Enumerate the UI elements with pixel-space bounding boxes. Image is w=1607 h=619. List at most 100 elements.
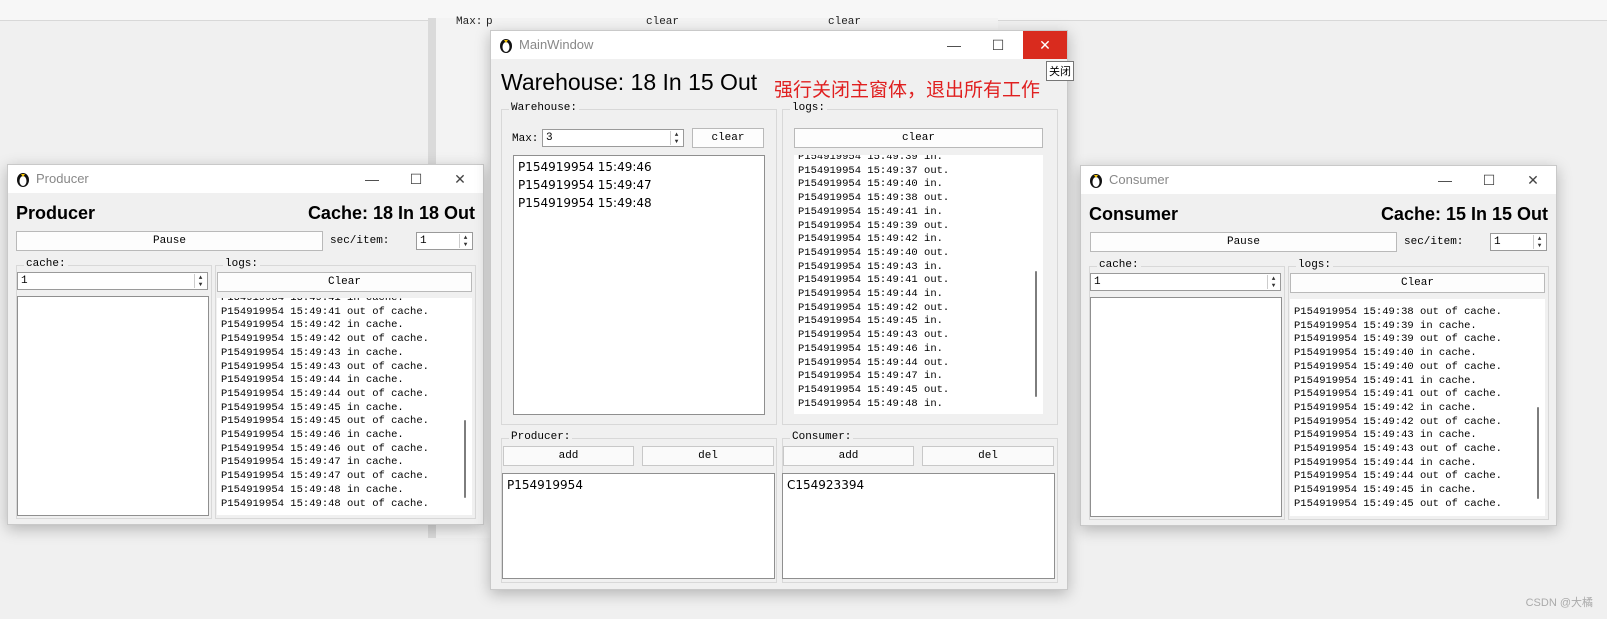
log-entry[interactable]: P154919954 15:49:41 in cache.: [1290, 375, 1502, 389]
log-entry[interactable]: P154919954 15:49:42 out.: [794, 302, 949, 316]
log-entry[interactable]: P154919954 15:49:40 in.: [794, 178, 949, 192]
warehouse-clear-button[interactable]: clear: [692, 128, 764, 148]
log-entry[interactable]: P154919954 15:49:41 out.: [794, 274, 949, 288]
producer-log-list[interactable]: P154919954 15:49:41 in cache. P154919954 …: [217, 298, 472, 515]
maximize-icon[interactable]: ☐: [975, 31, 1021, 59]
spin-up-icon[interactable]: ▲: [1268, 275, 1279, 282]
minimize-icon[interactable]: —: [349, 165, 395, 193]
log-entry[interactable]: P154919954 15:49:39 out.: [794, 220, 949, 234]
log-entry[interactable]: P154919954 15:49:43 out of cache.: [1290, 443, 1502, 457]
log-entry[interactable]: P154919954 15:49:44 out of cache.: [1290, 470, 1502, 484]
log-entry[interactable]: P154919954 15:49:38 out.: [794, 192, 949, 206]
maximize-icon[interactable]: ☐: [1466, 166, 1512, 194]
spin-down-icon[interactable]: ▼: [1534, 242, 1545, 249]
log-entry[interactable]: P154919954 15:49:45 in cache.: [1290, 484, 1502, 498]
minimize-icon[interactable]: —: [931, 31, 977, 59]
log-entry[interactable]: P154919954 15:49:38 out of cache.: [1290, 306, 1502, 320]
spin-down-icon[interactable]: ▼: [671, 138, 682, 145]
log-entry[interactable]: P154919954 15:49:40 out of cache.: [1290, 361, 1502, 375]
log-entry[interactable]: P154919954 15:49:43 in cache.: [1290, 429, 1502, 443]
log-entry[interactable]: P154919954 15:49:43 out.: [794, 329, 949, 343]
log-entry[interactable]: P154919954 15:49:44 in cache.: [217, 374, 429, 388]
main-log-list[interactable]: P154919954 15:49:39 in. P154919954 15:49:…: [794, 155, 1043, 414]
log-entry[interactable]: P154919954 15:49:45 out of cache.: [1290, 498, 1502, 512]
log-entry[interactable]: P154919954 15:49:40 out.: [794, 247, 949, 261]
close-icon[interactable]: ✕: [437, 165, 483, 193]
warehouse-list[interactable]: P154919954 15:49:46 P154919954 15:49:47 P1…: [513, 155, 765, 415]
log-entry[interactable]: P154919954 15:49:48 out of cache.: [217, 498, 429, 512]
clear-button[interactable]: Clear: [1290, 273, 1545, 293]
log-entry[interactable]: P154919954 15:49:44 out.: [794, 357, 949, 371]
log-entry[interactable]: P154919954 15:49:46 out of cache.: [217, 443, 429, 457]
scrollbar-thumb[interactable]: [1537, 407, 1539, 499]
consumer-list[interactable]: C154923394: [782, 473, 1055, 579]
log-entry[interactable]: P154919954 15:49:45 out.: [794, 384, 949, 398]
log-entry[interactable]: P154919954 15:49:45 out of cache.: [217, 415, 429, 429]
close-icon[interactable]: ✕: [1023, 31, 1067, 59]
pause-button[interactable]: Pause: [1090, 232, 1397, 252]
main-logs-clear-button[interactable]: clear: [794, 128, 1043, 148]
log-entry[interactable]: P154919954 15:49:46 in.: [794, 343, 949, 357]
scrollbar-thumb[interactable]: [1035, 271, 1037, 397]
log-entry[interactable]: P154919954 15:49:43 in.: [794, 261, 949, 275]
log-entry[interactable]: P154919954 15:49:47 in cache.: [217, 456, 429, 470]
log-entry[interactable]: P154919954 15:49:48 in.: [794, 398, 949, 412]
spin-up-icon[interactable]: ▲: [1534, 235, 1545, 242]
log-entry[interactable]: P154919954 15:49:42 in.: [794, 233, 949, 247]
clear-button[interactable]: Clear: [217, 272, 472, 292]
log-entry[interactable]: P154919954 15:49:48 in cache.: [217, 484, 429, 498]
producer-list[interactable]: P154919954: [502, 473, 775, 579]
log-entry[interactable]: P154919954 15:49:39 out of cache.: [1290, 333, 1502, 347]
log-entry[interactable]: P154919954 15:49:44 in.: [794, 288, 949, 302]
log-entry[interactable]: P154919954 15:49:44 out of cache.: [217, 388, 429, 402]
log-entry[interactable]: P154919954 15:49:41 in cache.: [217, 298, 429, 306]
consumer-cache-list[interactable]: [1090, 297, 1282, 517]
log-entry[interactable]: P154919954 15:49:39 in.: [794, 155, 949, 165]
del-consumer-button[interactable]: del: [922, 446, 1054, 466]
consumer-item[interactable]: C154923394: [783, 476, 1054, 494]
log-entry[interactable]: P154919954 15:49:47 out of cache.: [217, 470, 429, 484]
spin-up-icon[interactable]: ▲: [195, 274, 206, 281]
scrollbar-thumb[interactable]: [464, 420, 466, 498]
spin-up-icon[interactable]: ▲: [460, 234, 471, 241]
warehouse-item[interactable]: P154919954 15:49:46: [514, 158, 764, 176]
producer-cache-list[interactable]: [17, 296, 209, 516]
consumer-titlebar[interactable]: Consumer — ☐ ✕: [1081, 166, 1556, 194]
producer-item[interactable]: P154919954: [503, 476, 774, 494]
spin-up-icon[interactable]: ▲: [671, 131, 682, 138]
main-titlebar[interactable]: MainWindow — ☐ ✕: [491, 31, 1067, 59]
sec-item-spinbox[interactable]: 1 ▲ ▼: [416, 232, 473, 250]
close-icon[interactable]: ✕: [1510, 166, 1556, 194]
add-consumer-button[interactable]: add: [783, 446, 914, 466]
log-entry[interactable]: P154919954 15:49:41 in.: [794, 206, 949, 220]
log-entry[interactable]: P154919954 15:49:43 out of cache.: [217, 361, 429, 375]
add-producer-button[interactable]: add: [503, 446, 634, 466]
pause-button[interactable]: Pause: [16, 231, 323, 251]
log-entry[interactable]: P154919954 15:49:37 out.: [794, 165, 949, 179]
del-producer-button[interactable]: del: [642, 446, 774, 466]
log-entry[interactable]: P154919954 15:49:43 in cache.: [217, 347, 429, 361]
consumer-log-list[interactable]: P154919954 15:49:38 out of cache. P154919…: [1290, 299, 1545, 516]
log-entry[interactable]: P154919954 15:49:42 out of cache.: [1290, 416, 1502, 430]
sec-item-spinbox[interactable]: 1 ▲ ▼: [1490, 233, 1547, 251]
log-entry[interactable]: P154919954 15:49:42 out of cache.: [217, 333, 429, 347]
maximize-icon[interactable]: ☐: [393, 165, 439, 193]
producer-titlebar[interactable]: Producer — ☐ ✕: [8, 165, 483, 193]
log-entry[interactable]: P154919954 15:49:41 out of cache.: [1290, 388, 1502, 402]
log-entry[interactable]: P154919954 15:49:40 in cache.: [1290, 347, 1502, 361]
spin-down-icon[interactable]: ▼: [460, 241, 471, 248]
log-entry[interactable]: P154919954 15:49:39 in cache.: [1290, 320, 1502, 334]
spin-down-icon[interactable]: ▼: [1268, 282, 1279, 289]
log-entry[interactable]: P154919954 15:49:42 in cache.: [1290, 402, 1502, 416]
log-entry[interactable]: P154919954 15:49:45 in.: [794, 315, 949, 329]
log-entry[interactable]: P154919954 15:49:41 out of cache.: [217, 306, 429, 320]
minimize-icon[interactable]: —: [1422, 166, 1468, 194]
cache-spinbox[interactable]: 1 ▲ ▼: [1090, 273, 1281, 291]
warehouse-item[interactable]: P154919954 15:49:48: [514, 194, 764, 212]
log-entry[interactable]: P154919954 15:49:45 in cache.: [217, 402, 429, 416]
log-entry[interactable]: P154919954 15:49:46 in cache.: [217, 429, 429, 443]
warehouse-item[interactable]: P154919954 15:49:47: [514, 176, 764, 194]
max-spinbox[interactable]: 3 ▲ ▼: [542, 129, 684, 147]
log-entry[interactable]: P154919954 15:49:42 in cache.: [217, 319, 429, 333]
spin-down-icon[interactable]: ▼: [195, 281, 206, 288]
